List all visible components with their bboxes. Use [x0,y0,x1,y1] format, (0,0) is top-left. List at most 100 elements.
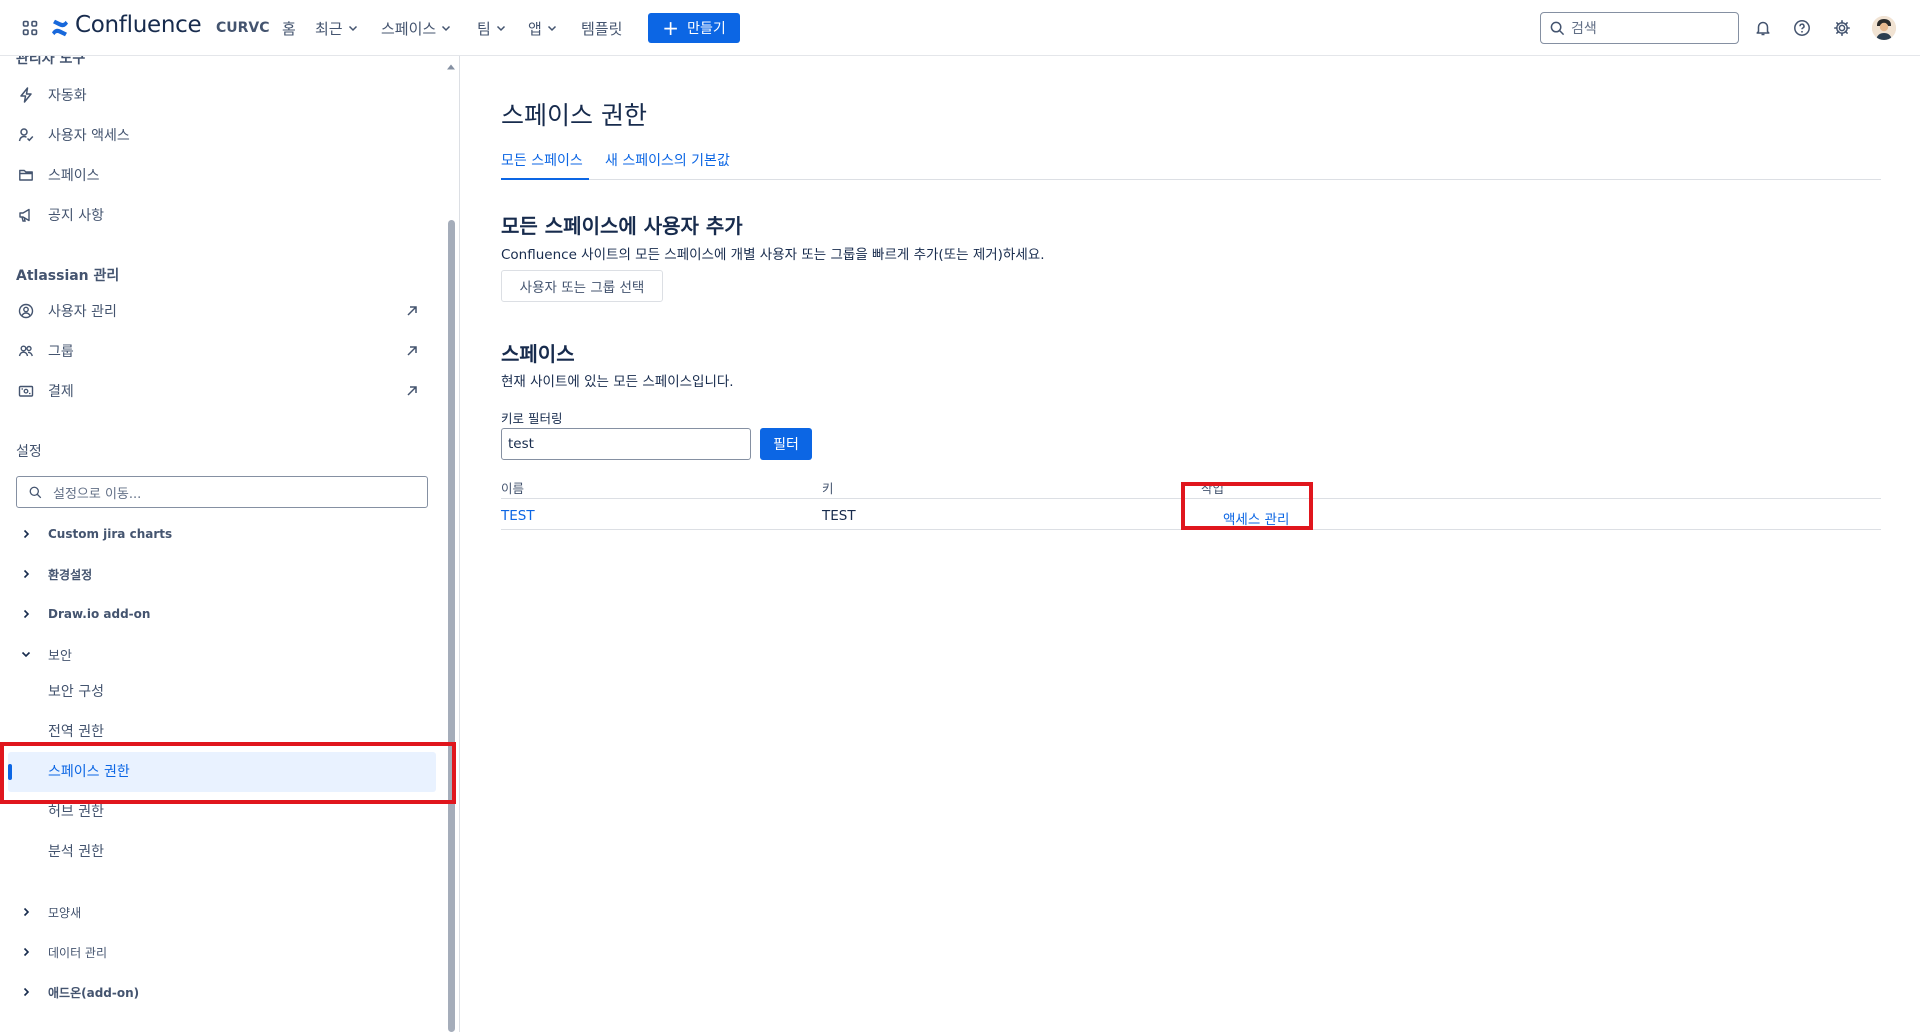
sidebar-item-label: 사용자 액세스 [48,128,130,144]
sidebar-item-billing[interactable]: 결제 [16,376,417,406]
external-link-icon [407,386,417,396]
space-name-link[interactable]: TEST [501,508,535,524]
sidebar-scrollbar-thumb[interactable] [448,220,455,1032]
sidebar-item-automation[interactable]: 자동화 [16,80,87,110]
sidebar-item-user-management[interactable]: 사용자 관리 [16,296,417,326]
nav-spaces-label: 스페이스 [381,19,437,38]
tree-subitem-security-config[interactable]: 보안 구성 [48,678,104,704]
filter-by-key-input[interactable]: test [501,428,751,460]
table-header-divider [501,498,1881,499]
add-users-heading: 모든 스페이스에 사용자 추가 [501,214,743,238]
nav-teams-label: 팀 [477,19,491,38]
brand-name[interactable]: Confluence [75,12,202,38]
chevron-right-icon[interactable] [16,564,36,584]
tree-item-label: Draw.io add-on [48,607,151,621]
scroll-up-arrow-icon[interactable] [446,62,456,72]
filter-label: 키로 필터링 [501,411,563,426]
people-icon [16,341,36,361]
nav-recent-label: 최근 [315,19,343,38]
nav-home[interactable]: 홈 [282,16,296,40]
table-row-divider [501,529,1881,530]
filter-button[interactable]: 필터 [760,428,812,460]
chevron-right-icon[interactable] [16,902,36,922]
sidebar-item-spaces[interactable]: 스페이스 [16,160,100,190]
lightning-icon [16,85,36,105]
add-users-description: Confluence 사이트의 모든 스페이스에 개별 사용자 또는 그룹을 빠… [501,247,1045,263]
search-placeholder: 검색 [1571,21,1597,37]
tree-item-label: 데이터 관리 [48,945,108,960]
nav-teams[interactable]: 팀 [477,16,507,40]
nav-templates-label: 템플릿 [581,19,623,38]
bell-icon[interactable] [1752,17,1774,39]
sidebar-item-announcements[interactable]: 공지 사항 [16,200,104,230]
sidebar-item-label: 자동화 [48,88,87,104]
tree-item-look-and-feel[interactable]: 모양새 [16,899,81,925]
spaces-heading: 스페이스 [501,342,575,366]
avatar[interactable] [1872,16,1896,40]
tree-item-security[interactable]: 보안 [16,641,72,667]
user-circle-icon [16,301,36,321]
tree-subitem-space-permissions[interactable]: 스페이스 권한 [48,758,130,784]
settings-search-input[interactable]: 설정으로 이동... [16,476,428,508]
sidebar-section-atlassian: Atlassian 관리 [16,268,120,284]
sidebar-item-label: 사용자 관리 [48,304,117,320]
confluence-logo-icon[interactable] [50,18,70,38]
create-button[interactable]: + 만들기 [648,13,740,43]
tree-item-label: 보안 [48,648,72,664]
help-icon[interactable] [1791,17,1813,39]
manage-access-link[interactable]: 액세스 관리 [1223,508,1289,528]
main-content: 스페이스 권한 모든 스페이스 새 스페이스의 기본값 모든 스페이스에 사용자… [461,56,1920,1032]
tree-item-drawio[interactable]: Draw.io add-on [16,601,150,627]
sidebar-item-label: 결제 [48,384,74,400]
tree-item-label: Custom jira charts [48,527,173,541]
tree-subitem-analytics-permissions[interactable]: 분석 권한 [48,838,104,864]
billing-icon [16,381,36,401]
tab-all-spaces[interactable]: 모든 스페이스 [501,150,589,180]
plus-icon: + [662,16,680,40]
nav-templates[interactable]: 템플릿 [581,16,622,40]
top-navigation: Confluence CURVC 홈 최근 스페이스 팀 앱 템플릿 + 만들기… [0,0,1920,56]
create-button-label: 만들기 [687,21,726,37]
sidebar-item-groups[interactable]: 그룹 [16,336,417,366]
column-header-actions: 작업 [1201,481,1225,496]
nav-apps[interactable]: 앱 [528,16,558,40]
tree-item-addons[interactable]: 애드온(add-on) [16,979,139,1005]
sidebar-item-label: 공지 사항 [48,208,104,224]
chevron-right-icon[interactable] [16,982,36,1002]
nav-recent[interactable]: 최근 [315,16,359,40]
sidebar-item-user-access[interactable]: 사용자 액세스 [16,120,130,150]
sidebar-section-settings: 설정 [16,444,42,460]
app-switcher-icon[interactable] [22,20,38,36]
tree-subitem-hub-permissions[interactable]: 허브 권한 [48,798,104,824]
tab-new-space-defaults[interactable]: 새 스페이스의 기본값 [605,150,730,180]
column-header-key: 키 [822,481,834,496]
active-item-indicator [8,764,12,780]
folder-icon [16,165,36,185]
select-users-groups-button[interactable]: 사용자 또는 그룹 선택 [501,270,663,302]
sidebar-item-label: 스페이스 [48,168,100,184]
chevron-right-icon[interactable] [16,524,36,544]
tree-item-label: 환경설정 [48,567,93,582]
nav-apps-label: 앱 [528,19,542,38]
space-key: TEST [822,508,856,524]
sidebar-item-label: 그룹 [48,344,74,360]
nav-spaces[interactable]: 스페이스 [381,16,452,40]
megaphone-icon [16,205,36,225]
sidebar-section-admin-tools: 관리자 도구 [16,56,86,67]
chevron-down-icon [547,25,556,32]
search-input[interactable]: 검색 [1540,12,1739,44]
chevron-right-icon[interactable] [16,942,36,962]
page-title: 스페이스 권한 [501,101,647,130]
chevron-down-icon[interactable] [16,644,36,664]
external-link-icon [407,346,417,356]
chevron-right-icon[interactable] [16,604,36,624]
tree-subitem-global-permissions[interactable]: 전역 권한 [48,718,104,744]
tree-item-preferences[interactable]: 환경설정 [16,561,92,587]
tree-item-custom-jira-charts[interactable]: Custom jira charts [16,521,172,547]
site-name[interactable]: CURVC [216,16,270,40]
chevron-down-icon [442,25,451,32]
chevron-down-icon [348,25,357,32]
tree-item-data-management[interactable]: 데이터 관리 [16,939,107,965]
nav-home-label: 홈 [282,19,296,38]
settings-icon[interactable] [1831,17,1853,39]
